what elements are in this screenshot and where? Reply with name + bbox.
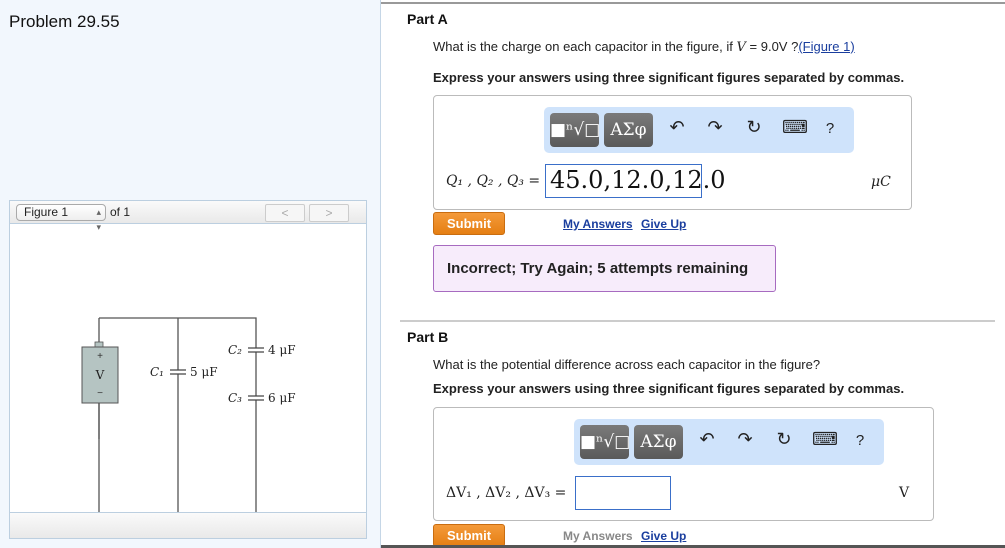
- greek-symbols-button[interactable]: ΑΣφ: [604, 113, 653, 147]
- part-a-unit: μC: [871, 174, 891, 190]
- question-text: What is the charge on each capacitor in …: [433, 39, 737, 54]
- part-b-answer-box: ■ⁿ√□ ΑΣφ ↶ ↷ ↻ ⌨ ? ΔV₁ , ΔV₂ , ΔV₃ = V: [433, 407, 934, 521]
- c1-value: 5 μF: [190, 365, 218, 379]
- part-b-answer-input[interactable]: [575, 476, 671, 510]
- part-divider: [400, 320, 995, 322]
- part-b-question: What is the potential difference across …: [433, 357, 821, 372]
- top-divider: [381, 2, 1005, 4]
- reset-icon[interactable]: ↻: [743, 117, 765, 138]
- part-a-question: What is the charge on each capacitor in …: [433, 39, 855, 55]
- math-toolbar: ■ⁿ√□ ΑΣφ ↶ ↷ ↻ ⌨ ?: [574, 419, 884, 465]
- question-value: = 9.0V ?: [745, 39, 799, 54]
- figure-header: Figure 1 ▴ ▾ of 1 < >: [10, 201, 366, 232]
- c2-label: C₂: [228, 343, 242, 357]
- c3-label: C₃: [228, 391, 242, 405]
- figure-panel: Figure 1 ▴ ▾ of 1 < > + V − C₁ 5 μF C₂ 4…: [9, 200, 367, 539]
- problem-title: Problem 29.55: [9, 12, 120, 31]
- math-toolbar: ■ⁿ√□ ΑΣφ ↶ ↷ ↻ ⌨ ?: [544, 107, 854, 153]
- battery-label: V: [95, 368, 105, 382]
- part-a-give-up-link[interactable]: Give Up: [641, 217, 686, 231]
- part-a-answer-box: ■ⁿ√□ ΑΣφ ↶ ↷ ↻ ⌨ ? Q₁ , Q₂ , Q₃ = 45.0,1…: [433, 95, 912, 210]
- next-figure-button[interactable]: >: [309, 204, 349, 222]
- templates-button[interactable]: ■ⁿ√□: [550, 113, 600, 147]
- part-b-unit: V: [899, 485, 910, 501]
- figure-footer: [10, 512, 366, 538]
- redo-icon[interactable]: ↷: [734, 429, 756, 450]
- part-b-my-answers-link[interactable]: My Answers: [563, 529, 633, 543]
- part-a-answer-label: Q₁ , Q₂ , Q₃ =: [446, 173, 541, 189]
- part-b-answer-label: ΔV₁ , ΔV₂ , ΔV₃ =: [446, 485, 567, 501]
- part-b-title: Part B: [407, 329, 449, 345]
- battery-minus: −: [97, 388, 103, 399]
- greek-symbols-button[interactable]: ΑΣφ: [634, 425, 683, 459]
- part-a-submit-button[interactable]: Submit: [433, 212, 505, 235]
- chevron-left-icon: <: [281, 206, 289, 220]
- keyboard-icon[interactable]: ⌨: [812, 429, 838, 450]
- keyboard-icon[interactable]: ⌨: [782, 117, 808, 138]
- chevron-right-icon: >: [325, 206, 333, 220]
- help-icon[interactable]: ?: [819, 120, 841, 137]
- reset-icon[interactable]: ↻: [773, 429, 795, 450]
- prev-figure-button[interactable]: <: [265, 204, 305, 222]
- part-a-answer-input[interactable]: 45.0,12.0,12.0: [545, 164, 726, 198]
- battery: + V −: [81, 341, 119, 494]
- part-b-give-up-link[interactable]: Give Up: [641, 529, 686, 543]
- c1-label: C₁: [150, 365, 164, 379]
- c2-value: 4 μF: [268, 343, 296, 357]
- part-a-instructions: Express your answers using three signifi…: [433, 70, 905, 85]
- variable-v: V: [736, 40, 746, 55]
- figure-select[interactable]: Figure 1 ▴ ▾: [16, 204, 106, 232]
- undo-icon[interactable]: ↶: [666, 117, 688, 138]
- part-a-title: Part A: [407, 11, 448, 27]
- figure-count: of 1: [110, 205, 131, 219]
- left-panel: Problem 29.55 Figure 1 ▴ ▾ of 1 < > + V −: [0, 0, 381, 548]
- redo-icon[interactable]: ↷: [704, 117, 726, 138]
- circuit-diagram: + V − C₁ 5 μF C₂ 4 μF C₃ 6 μF: [81, 317, 296, 512]
- part-a-my-answers-link[interactable]: My Answers: [563, 217, 633, 231]
- part-b-submit-button[interactable]: Submit: [433, 524, 505, 547]
- help-icon[interactable]: ?: [849, 432, 871, 449]
- figure-select-value: Figure 1: [24, 205, 69, 219]
- figure-link[interactable]: (Figure 1): [798, 39, 854, 54]
- undo-icon[interactable]: ↶: [696, 429, 718, 450]
- feedback-message: Incorrect; Try Again; 5 attempts remaini…: [433, 245, 776, 292]
- templates-button[interactable]: ■ⁿ√□: [580, 425, 630, 459]
- battery-plus: +: [97, 351, 103, 362]
- c3-value: 6 μF: [268, 391, 296, 405]
- part-b-instructions: Express your answers using three signifi…: [433, 381, 905, 396]
